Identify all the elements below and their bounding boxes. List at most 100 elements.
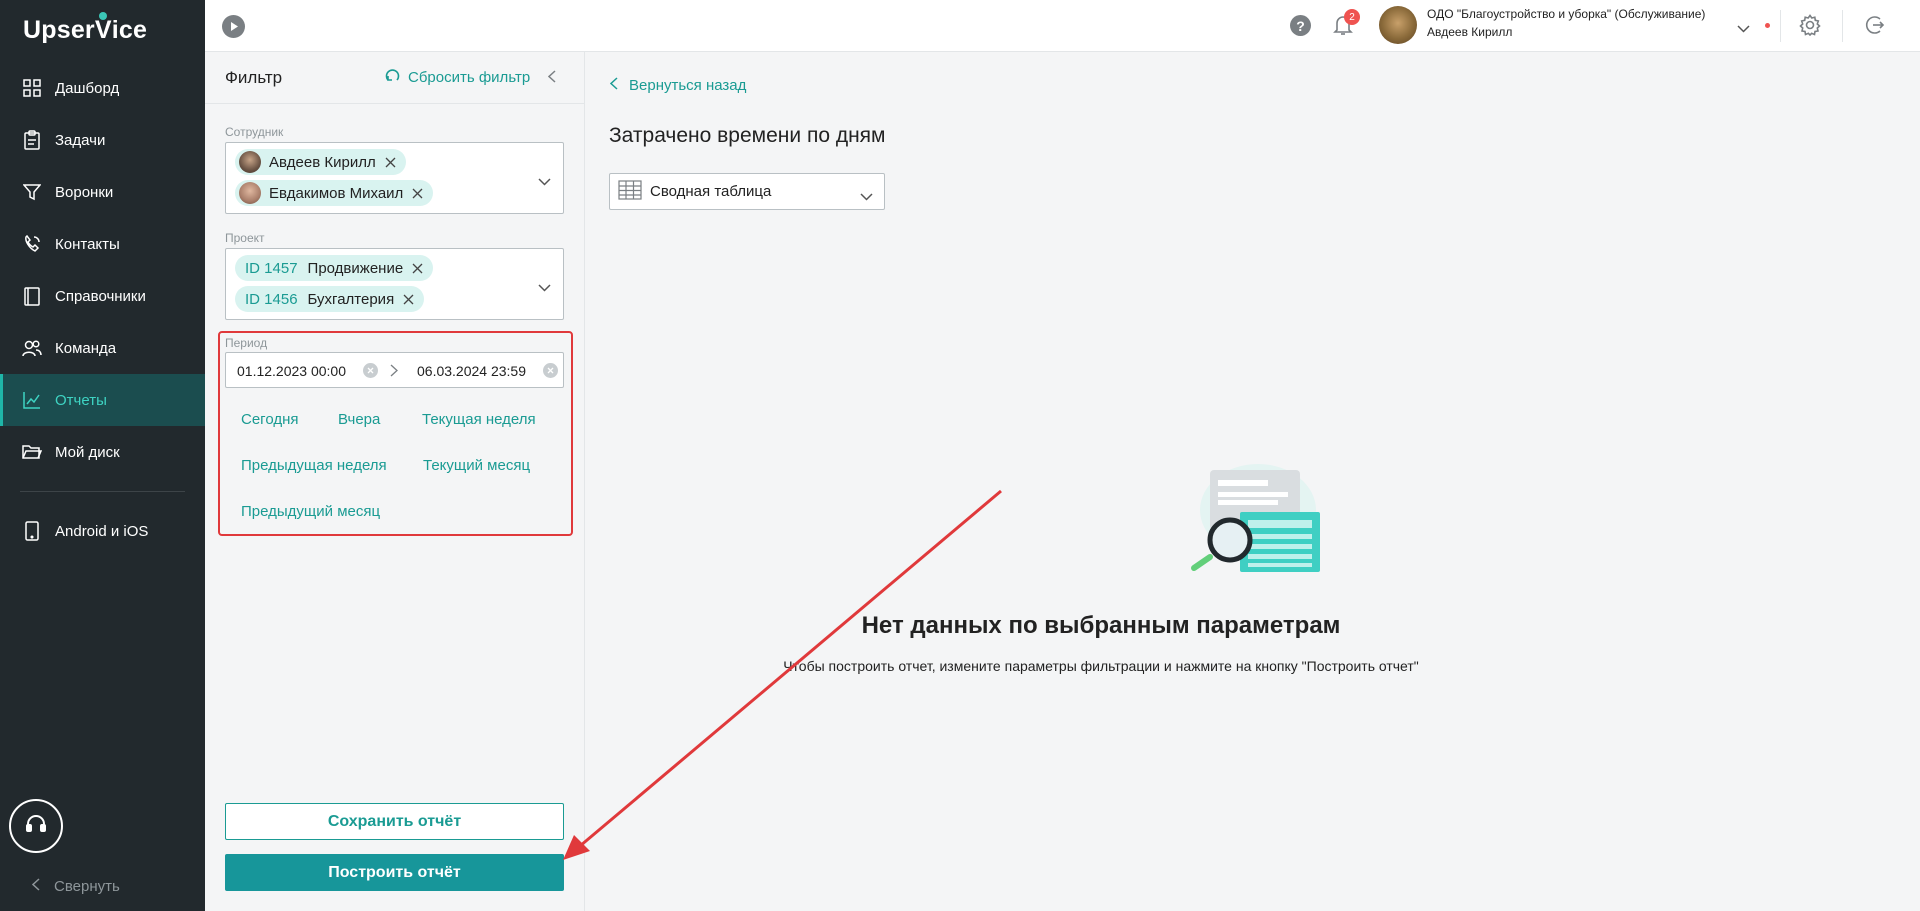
collapse-sidebar-button[interactable]: Свернуть xyxy=(31,878,120,895)
employee-chip: Евдакимов Михаил xyxy=(235,180,434,206)
empty-state-subtitle: Чтобы построить отчет, измените параметр… xyxy=(783,658,1419,674)
sidebar-item-label: Отчеты xyxy=(55,391,107,409)
filter-header: Фильтр Сбросить фильтр xyxy=(205,52,585,104)
sidebar-item-mobile[interactable]: Android и iOS xyxy=(0,505,205,557)
preset-previous-month[interactable]: Предыдущий месяц xyxy=(241,503,380,520)
topbar: ? 2 ОДО "Благоустройство и уборка" (Обсл… xyxy=(205,0,1920,52)
avatar xyxy=(239,182,261,204)
date-range-input[interactable]: 01.12.2023 00:00 06.03.2024 23:59 xyxy=(225,352,564,388)
page-title: Затрачено времени по дням xyxy=(609,124,886,147)
headset-icon xyxy=(25,813,47,840)
app-logo[interactable]: UpserVice xyxy=(23,16,147,45)
main-content: Вернуться назад Затрачено времени по дня… xyxy=(586,52,1920,911)
sidebar-item-funnels[interactable]: Воронки xyxy=(0,166,205,218)
sidebar-item-reports[interactable]: Отчеты xyxy=(0,374,205,426)
avatar xyxy=(239,151,261,173)
sidebar-item-tasks[interactable]: Задачи xyxy=(0,114,205,166)
sidebar-item-team[interactable]: Команда xyxy=(0,322,205,374)
preset-yesterday[interactable]: Вчера xyxy=(338,411,380,428)
project-id: ID 1457 xyxy=(245,259,298,277)
sidebar-divider xyxy=(20,491,185,492)
book-icon xyxy=(22,286,42,306)
preset-current-month[interactable]: Текущий месяц xyxy=(423,457,530,474)
empty-state-illustration xyxy=(1180,460,1330,580)
table-icon xyxy=(618,179,642,204)
date-start[interactable]: 01.12.2023 00:00 xyxy=(237,363,346,379)
sidebar-item-my-disk[interactable]: Мой диск xyxy=(0,426,205,478)
view-type-label: Сводная таблица xyxy=(650,183,772,200)
preset-previous-week[interactable]: Предыдущая неделя xyxy=(241,457,387,474)
sidebar-nav: Дашборд Задачи Воронки Контакты Справочн… xyxy=(0,62,205,557)
close-icon[interactable] xyxy=(403,294,414,305)
close-icon[interactable] xyxy=(385,157,396,168)
preset-current-week[interactable]: Текущая неделя xyxy=(422,411,536,428)
date-end[interactable]: 06.03.2024 23:59 xyxy=(417,363,526,379)
back-link[interactable]: Вернуться назад xyxy=(609,77,747,94)
filter-title: Фильтр xyxy=(225,68,283,87)
close-icon[interactable] xyxy=(412,188,423,199)
sidebar-item-references[interactable]: Справочники xyxy=(0,270,205,322)
build-report-button[interactable]: Построить отчёт xyxy=(225,854,564,891)
phone-icon xyxy=(22,521,42,541)
employee-label: Сотрудник xyxy=(225,125,284,139)
organization-name[interactable]: ОДО "Благоустройство и уборка" (Обслужив… xyxy=(1427,7,1705,21)
sidebar-item-label: Справочники xyxy=(55,287,146,305)
back-label: Вернуться назад xyxy=(629,77,747,94)
close-icon[interactable] xyxy=(412,263,423,274)
sidebar-item-label: Android и iOS xyxy=(55,522,149,540)
project-chip: ID 1457 Продвижение xyxy=(235,255,434,281)
sidebar-item-label: Дашборд xyxy=(55,79,120,97)
chip-label: Евдакимов Михаил xyxy=(269,184,404,202)
project-label: Проект xyxy=(225,231,265,245)
collapse-label: Свернуть xyxy=(54,878,120,895)
funnel-icon xyxy=(22,182,42,202)
chip-label: Бухгалтерия xyxy=(307,290,395,308)
logout-button[interactable] xyxy=(1863,14,1885,41)
chevron-down-icon[interactable] xyxy=(538,173,551,191)
reset-icon xyxy=(385,68,400,87)
collapse-filter-button[interactable] xyxy=(547,70,556,88)
clear-start-icon[interactable] xyxy=(363,363,378,378)
employee-chip: Авдеев Кирилл xyxy=(235,149,406,175)
employee-select[interactable]: Авдеев Кирилл Евдакимов Михаил xyxy=(225,142,564,214)
reset-filter-button[interactable]: Сбросить фильтр xyxy=(385,68,530,87)
sidebar-item-label: Команда xyxy=(55,339,117,357)
chevron-left-icon xyxy=(31,878,40,895)
settings-button[interactable] xyxy=(1799,14,1821,41)
reset-filter-label: Сбросить фильтр xyxy=(408,69,531,86)
sidebar-item-label: Мой диск xyxy=(55,443,120,461)
dashboard-icon xyxy=(22,78,42,98)
sidebar-item-label: Контакты xyxy=(55,235,120,253)
project-select[interactable]: ID 1457 Продвижение ID 1456 Бухгалтерия xyxy=(225,248,564,320)
sidebar-item-dashboard[interactable]: Дашборд xyxy=(0,62,205,114)
help-button[interactable]: ? xyxy=(1290,15,1311,36)
sidebar-item-contacts[interactable]: Контакты xyxy=(0,218,205,270)
play-button[interactable] xyxy=(222,15,245,38)
user-name[interactable]: Авдеев Кирилл xyxy=(1427,25,1512,39)
chevron-down-icon xyxy=(860,188,873,205)
bell-icon xyxy=(1333,16,1353,40)
chevron-left-icon xyxy=(609,77,618,94)
chevron-down-icon[interactable] xyxy=(538,279,551,297)
folder-icon xyxy=(22,442,42,462)
sidebar: UpserVice Дашборд Задачи Воронки Контакт… xyxy=(0,0,205,911)
chip-label: Продвижение xyxy=(307,259,404,277)
view-type-select[interactable]: Сводная таблица xyxy=(609,173,885,210)
gear-icon xyxy=(1799,14,1821,40)
filter-panel: Фильтр Сбросить фильтр Сотрудник Авдеев … xyxy=(205,52,585,911)
clear-end-icon[interactable] xyxy=(543,363,558,378)
sidebar-item-label: Задачи xyxy=(55,131,106,149)
logout-icon xyxy=(1863,16,1885,40)
team-icon xyxy=(22,338,42,358)
contacts-icon xyxy=(22,234,42,254)
status-dot xyxy=(1765,23,1770,28)
topbar-separator xyxy=(1780,10,1781,42)
notifications-badge: 2 xyxy=(1344,9,1360,25)
save-report-button[interactable]: Сохранить отчёт xyxy=(225,803,564,840)
preset-today[interactable]: Сегодня xyxy=(241,411,299,428)
chevron-down-icon[interactable] xyxy=(1737,20,1750,38)
empty-state-title: Нет данных по выбранным параметрам xyxy=(861,612,1341,639)
avatar[interactable] xyxy=(1379,6,1417,44)
chart-icon xyxy=(22,390,42,410)
support-button[interactable] xyxy=(9,799,63,853)
